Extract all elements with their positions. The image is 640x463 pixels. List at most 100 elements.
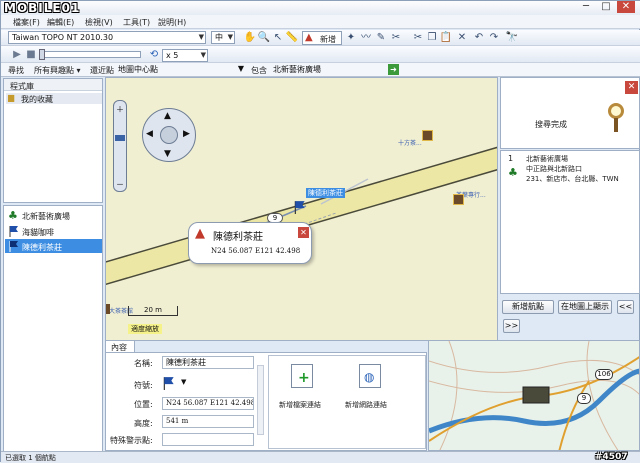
symbol-select[interactable]: ▼ bbox=[162, 375, 192, 391]
proximity-field[interactable] bbox=[162, 433, 254, 446]
add-waypoint-button[interactable]: 新增航點 bbox=[502, 300, 554, 314]
minimize-button[interactable]: ─ bbox=[577, 1, 595, 13]
properties-scrollbar[interactable] bbox=[257, 365, 264, 435]
pan-down-icon[interactable]: ▼ bbox=[164, 149, 171, 159]
flag-icon bbox=[163, 377, 174, 390]
copy-icon[interactable]: ❐ bbox=[425, 31, 439, 44]
poi-edge-icon bbox=[106, 304, 110, 314]
folder-icon: ▆ bbox=[8, 93, 15, 102]
result-city: 231、新店市、台北縣、TWN bbox=[526, 175, 619, 183]
add-web-link-icon[interactable]: ◍ bbox=[359, 364, 381, 388]
zoom-tool-icon[interactable]: 🔍 bbox=[257, 31, 271, 44]
find-icon[interactable]: 🔭 bbox=[505, 31, 519, 44]
list-item-selected[interactable]: 陳德利茶莊 bbox=[5, 239, 102, 253]
cut-icon[interactable]: ✂ bbox=[411, 31, 425, 44]
new-waypoint-button[interactable]: ▲ 新增 bbox=[302, 31, 342, 45]
selected-waypoint-flag-icon[interactable] bbox=[293, 200, 307, 214]
eraser-tool-icon[interactable]: ✂ bbox=[389, 31, 403, 44]
detail-level-select[interactable]: 中 ▼ bbox=[211, 31, 235, 44]
library-header: 程式庫 bbox=[10, 82, 34, 91]
flag-icon bbox=[9, 241, 18, 252]
overview-map[interactable]: 106 9 bbox=[428, 340, 640, 451]
result-address: 中正路與北新路口 bbox=[526, 165, 582, 173]
search-status: 搜尋完成 bbox=[535, 120, 567, 129]
slider-thumb[interactable] bbox=[39, 49, 45, 60]
position-field[interactable]: N24 56.087 E121 42.498 bbox=[162, 397, 254, 410]
delete-icon[interactable]: ✕ bbox=[455, 31, 469, 44]
menu-file[interactable]: 檔案(F) bbox=[13, 17, 40, 28]
add-web-link-label[interactable]: 新增網路連結 bbox=[345, 400, 387, 410]
show-on-map-button[interactable]: 在地圖上顯示 bbox=[558, 300, 612, 314]
chevron-down-icon: ▼ bbox=[181, 378, 187, 386]
pencil-tool-icon[interactable]: ✎ bbox=[374, 31, 388, 44]
library-folder-item[interactable]: ▆ 我的收藏 bbox=[6, 93, 102, 104]
waypoint-name: 北新藝術廣場 bbox=[22, 212, 70, 221]
speed-select[interactable]: x 5 ▼ bbox=[162, 49, 208, 62]
pan-up-icon[interactable]: ▲ bbox=[164, 111, 171, 121]
plus-icon: + bbox=[298, 370, 310, 386]
popup-close-icon[interactable]: ✕ bbox=[298, 227, 309, 238]
menu-edit[interactable]: 編輯(E) bbox=[47, 17, 74, 28]
next-page-button[interactable]: >> bbox=[503, 319, 520, 333]
watermark-logo: MOBILE01 bbox=[4, 1, 81, 15]
search-status-panel: 搜尋完成 ✕ bbox=[500, 77, 640, 149]
links-box: + 新增檔案連結 ◍ 新增網路連結 bbox=[268, 355, 426, 449]
pan-right-icon[interactable]: ▶ bbox=[183, 129, 190, 139]
tree-icon: ♣ bbox=[508, 166, 518, 179]
paste-icon[interactable]: 📋 bbox=[439, 31, 453, 44]
map-view[interactable]: ＋ － ▲ ▼ ◀ ▶ 十方茶... 茶葉專行... 大茶茶館 陳德利茶莊 9 … bbox=[105, 77, 498, 341]
pan-left-icon[interactable]: ◀ bbox=[146, 129, 153, 139]
contains-label: 包含 bbox=[251, 66, 267, 75]
close-window-button[interactable]: ✕ bbox=[617, 1, 635, 13]
waypoint-pen-icon: ▲ bbox=[305, 32, 313, 43]
highway-shield: 106 bbox=[595, 369, 613, 380]
add-file-link-icon[interactable]: + bbox=[291, 364, 313, 388]
go-search-icon[interactable]: ➜ bbox=[388, 64, 399, 75]
category-select[interactable]: 所有興趣點 ▾ bbox=[34, 65, 84, 76]
waypoint-popup: ▲ 陳德利茶莊 N24 56.087 E121 42.498 ✕ bbox=[188, 222, 312, 264]
menu-help[interactable]: 說明(H) bbox=[158, 17, 186, 28]
hand-tool-icon[interactable]: ✋ bbox=[243, 31, 257, 44]
proximity-label: 特殊警示點: bbox=[110, 436, 153, 445]
select-tool-icon[interactable]: ↖ bbox=[271, 31, 285, 44]
menu-tools[interactable]: 工具(T) bbox=[123, 17, 150, 28]
loop-icon[interactable]: ⟲ bbox=[147, 48, 161, 61]
menu-view[interactable]: 檢視(V) bbox=[85, 17, 113, 28]
zoom-thumb[interactable] bbox=[115, 135, 125, 141]
pan-center-button[interactable] bbox=[160, 126, 178, 144]
list-item[interactable]: ♣ 北新藝術廣場 bbox=[5, 208, 102, 222]
zoom-in-icon[interactable]: ＋ bbox=[116, 104, 124, 115]
name-field[interactable]: 陳德利茶莊 bbox=[162, 356, 254, 369]
list-item[interactable]: 海貓咖啡 bbox=[5, 224, 102, 238]
play-icon[interactable]: ▶ bbox=[10, 48, 24, 61]
stop-icon[interactable]: ■ bbox=[24, 48, 38, 61]
waypoint-map-label: 陳德利茶莊 bbox=[306, 188, 345, 198]
poi-label: 十方茶... bbox=[398, 140, 422, 147]
route-tool-icon[interactable]: ✦ bbox=[344, 31, 358, 44]
results-close-icon[interactable]: ✕ bbox=[625, 81, 638, 94]
undo-icon[interactable]: ↶ bbox=[472, 31, 486, 44]
add-file-link-label[interactable]: 新增檔案連結 bbox=[279, 400, 321, 410]
scale-bar: 20 m bbox=[128, 306, 178, 316]
shop-poi-icon[interactable] bbox=[453, 194, 464, 205]
measure-tool-icon[interactable]: 📏 bbox=[285, 31, 299, 44]
teahouse-poi-icon[interactable] bbox=[422, 130, 433, 141]
maximize-button[interactable]: □ bbox=[597, 1, 615, 13]
pan-control[interactable]: ▲ ▼ ◀ ▶ bbox=[142, 108, 196, 162]
search-input[interactable]: 北新藝術廣場 bbox=[270, 64, 383, 76]
altitude-field[interactable]: 541 m bbox=[162, 415, 254, 428]
playback-slider[interactable] bbox=[39, 49, 141, 60]
zoom-slider[interactable]: ＋ － bbox=[113, 100, 127, 192]
near-select[interactable]: 地圖中心點 ▼ bbox=[118, 64, 246, 76]
zoom-out-icon[interactable]: － bbox=[116, 179, 124, 190]
prev-page-button[interactable]: << bbox=[617, 300, 634, 314]
find-label: 尋找 bbox=[8, 66, 24, 75]
redo-icon[interactable]: ↷ bbox=[487, 31, 501, 44]
flag-icon bbox=[9, 226, 18, 237]
symbol-label: 符號: bbox=[134, 381, 153, 390]
route-shield-small: 9 bbox=[577, 393, 591, 404]
result-item[interactable]: 1 北新藝術廣場 中正路與北新路口 231、新店市、台北縣、TWN ♣ bbox=[502, 152, 638, 186]
title-bar: MOBILE01 ─ □ ✕ bbox=[1, 1, 640, 15]
track-tool-icon[interactable]: 〰 bbox=[359, 31, 373, 44]
map-product-select[interactable]: Taiwan TOPO NT 2010.30 ▼ bbox=[8, 31, 206, 44]
